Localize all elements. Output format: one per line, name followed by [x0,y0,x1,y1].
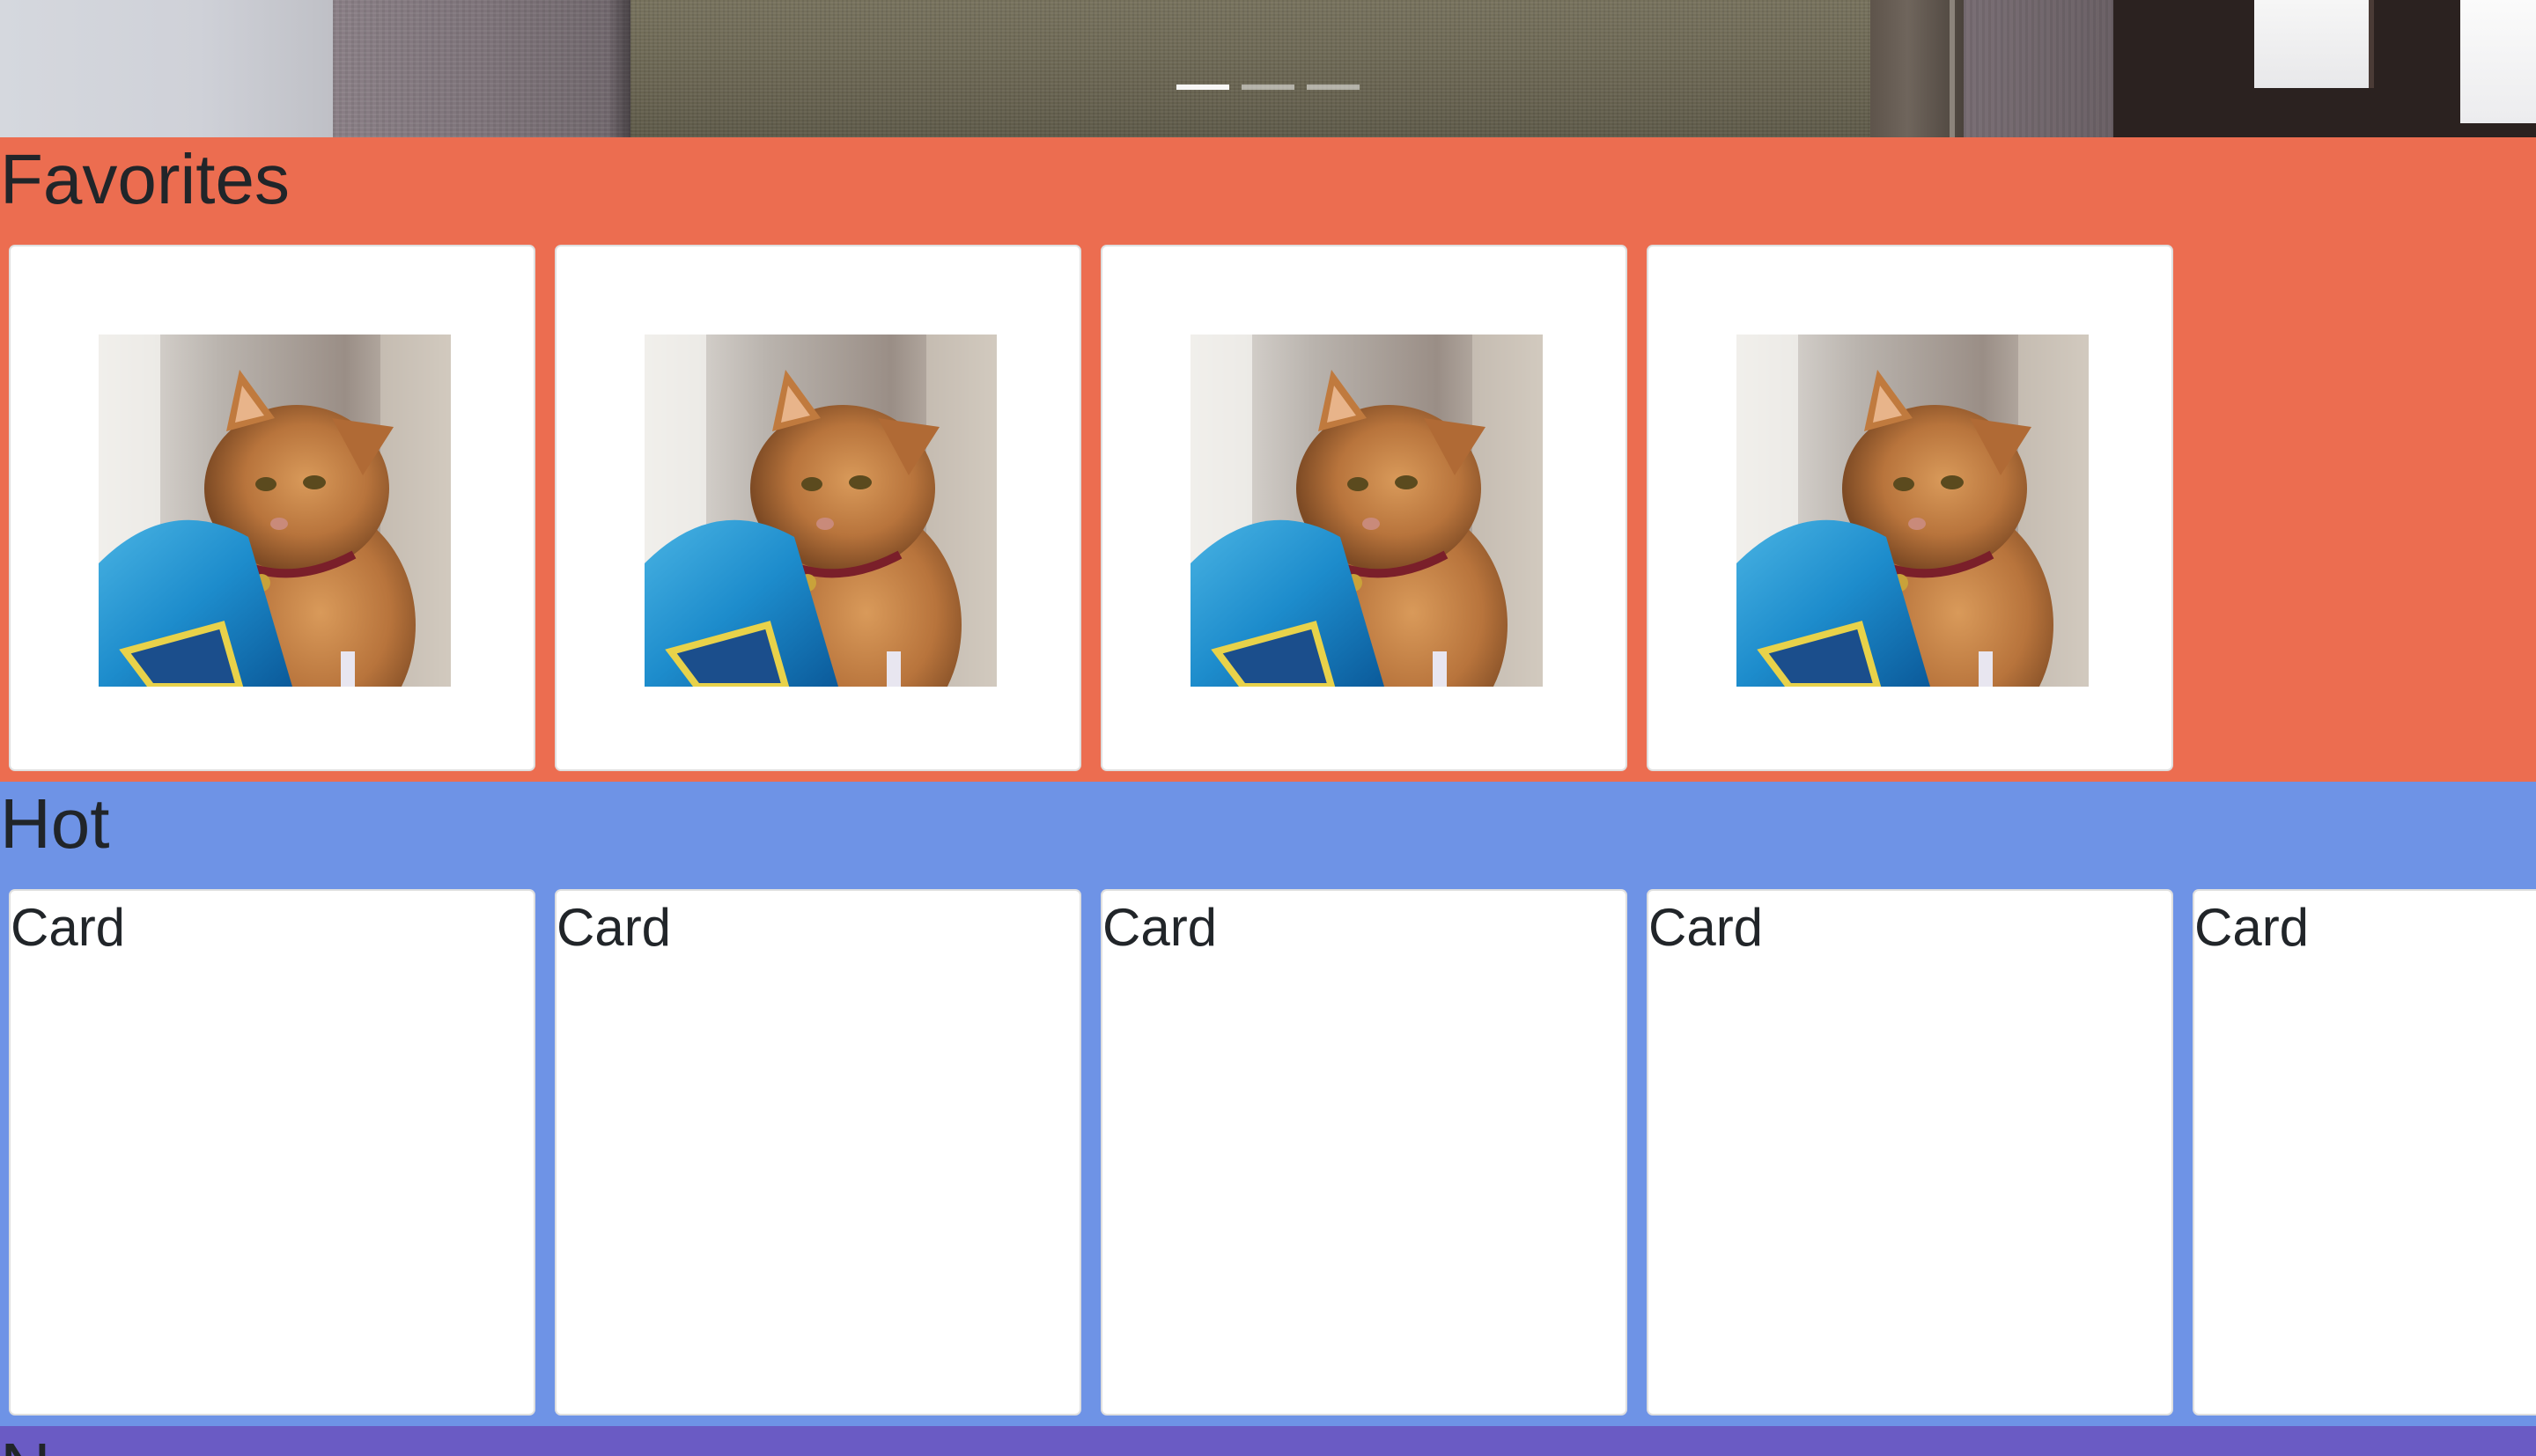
hero-image-pillar-right [1964,0,2113,137]
new-title: N [0,1426,51,1456]
hot-card-row: Card Card Card Card Card [9,889,2536,1416]
card-title: Card [1648,898,1764,957]
card-title: Card [11,898,126,957]
cat-photo [1736,335,2089,687]
carousel-indicator-1[interactable] [1176,85,1229,90]
hot-card[interactable]: Card [2193,889,2536,1416]
carousel-indicator-3[interactable] [1307,85,1360,90]
new-section: N [0,1426,2536,1456]
hero-image-shadow [608,0,630,137]
hot-section: Hot Card Card Card Card Card [0,782,2536,1426]
hero-image-carpet [630,0,1870,137]
page: Favorites Hot Card Card Card Card Card [0,0,2536,1456]
favorite-card[interactable] [1101,245,1627,771]
favorites-title: Favorites [0,140,290,218]
cat-photo [1191,335,1543,687]
favorite-card[interactable] [1647,245,2173,771]
hero-image-pillar [333,0,630,137]
cat-photo-image [1736,335,2089,687]
carousel-indicators [1176,85,1360,90]
carousel-indicator-2[interactable] [1242,85,1294,90]
hot-card[interactable]: Card [9,889,535,1416]
card-title: Card [2194,898,2310,957]
hero-image-wall [0,0,333,137]
favorites-section: Favorites [0,137,2536,782]
card-title: Card [557,898,672,957]
cat-photo [645,335,997,687]
favorite-card[interactable] [555,245,1081,771]
cat-photo-image [645,335,997,687]
hot-card[interactable]: Card [1647,889,2173,1416]
hot-card[interactable]: Card [555,889,1081,1416]
hot-card[interactable]: Card [1101,889,1627,1416]
hero-image-window-pane [2254,0,2374,88]
hero-image-door-line [1950,0,1955,137]
cat-photo-image [99,335,451,687]
cat-photo-image [1191,335,1543,687]
favorite-card[interactable] [9,245,535,771]
hero-image-window-pane [2460,0,2536,123]
hot-title: Hot [0,784,110,863]
hero-carousel[interactable] [0,0,2536,137]
card-title: Card [1102,898,1218,957]
cat-photo [99,335,451,687]
favorites-card-row [9,245,2173,771]
